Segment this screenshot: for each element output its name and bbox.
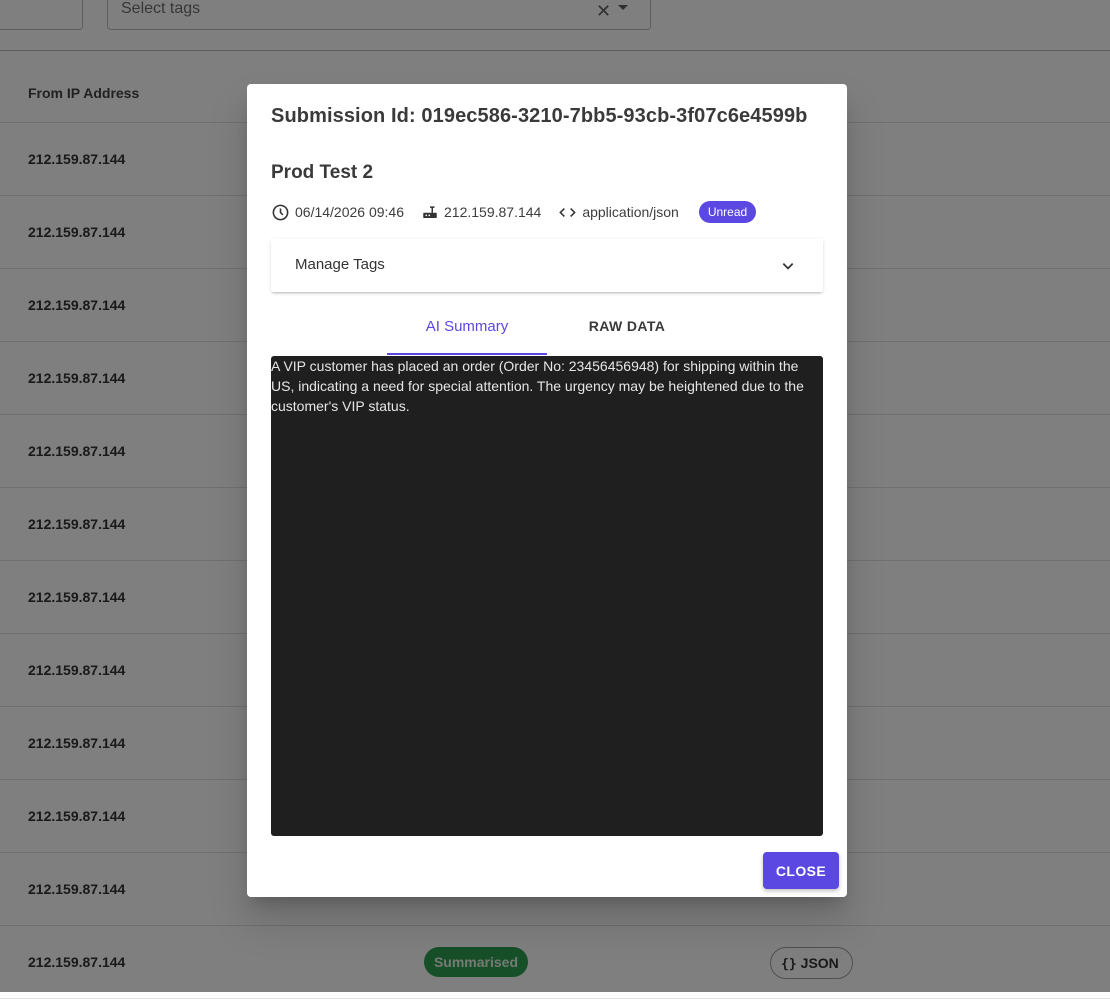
chevron-down-icon <box>782 263 794 270</box>
tab-ai-summary[interactable]: AI Summary <box>387 318 547 356</box>
code-icon <box>559 207 577 217</box>
ai-summary-panel: A VIP customer has placed an order (Orde… <box>271 356 823 836</box>
meta-ip-text: 212.159.87.144 <box>444 204 542 220</box>
meta-datetime: 06/14/2026 09:46 <box>271 203 404 222</box>
meta-content-type-text: application/json <box>582 204 679 220</box>
submission-name: Prod Test 2 <box>271 162 374 183</box>
clock-icon <box>272 204 289 220</box>
tab-raw-data-label: RAW DATA <box>588 318 666 334</box>
active-tab-indicator <box>387 353 547 355</box>
meta-datetime-text: 06/14/2026 09:46 <box>295 204 404 220</box>
dialog-title: Submission Id: 019ec586-3210-7bb5-93cb-3… <box>271 105 808 127</box>
submission-meta: 06/14/2026 09:46 212.159.87.144 applicat… <box>271 201 757 223</box>
tab-raw-data[interactable]: RAW DATA <box>547 318 707 356</box>
close-button[interactable]: CLOSE <box>763 852 839 889</box>
tab-ai-summary-label: AI Summary <box>425 318 509 335</box>
meta-content-type: application/json <box>558 203 679 222</box>
meta-ip: 212.159.87.144 <box>421 203 541 221</box>
submission-dialog: Submission Id: 019ec586-3210-7bb5-93cb-3… <box>247 84 847 897</box>
router-icon <box>423 206 437 218</box>
manage-tags-label: Manage Tags <box>295 256 385 273</box>
unread-badge: Unread <box>698 201 757 223</box>
manage-tags-accordion[interactable]: Manage Tags <box>271 239 823 292</box>
ai-summary-text: A VIP customer has placed an order (Orde… <box>271 358 804 414</box>
